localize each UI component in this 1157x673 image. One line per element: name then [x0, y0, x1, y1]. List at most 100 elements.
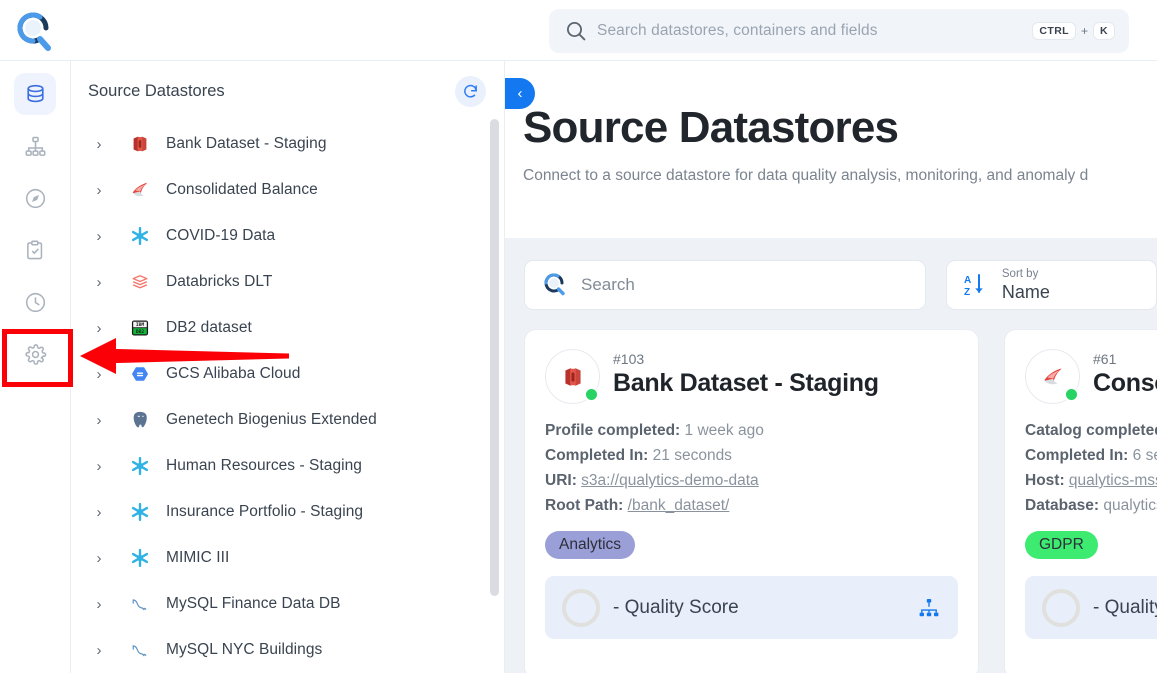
- page-subtitle: Connect to a source datastore for data q…: [523, 167, 1089, 185]
- shortcut-plus: +: [1081, 24, 1089, 38]
- tree-item-consolidated-balance[interactable]: › Consolidated Balance: [71, 167, 504, 213]
- meta-value-link[interactable]: qualytics-mss: [1069, 472, 1157, 489]
- datastore-tree-list: › Bank Dataset - Staging › Consolidated …: [71, 121, 504, 673]
- sort-by-select[interactable]: A Z Sort by Name: [945, 260, 1157, 310]
- collapse-panel-button[interactable]: ‹: [505, 78, 535, 109]
- database-icon: [24, 83, 47, 106]
- meta-key: Catalog completed:: [1025, 422, 1157, 439]
- chevron-right-icon[interactable]: ›: [91, 596, 107, 613]
- mysql-icon: [128, 638, 152, 662]
- chevron-right-icon[interactable]: ›: [91, 366, 107, 383]
- sidebar-item-containers[interactable]: [14, 125, 56, 167]
- chevron-right-icon[interactable]: ›: [91, 412, 107, 429]
- global-search-placeholder: Search datastores, containers and fields: [597, 22, 878, 39]
- mysql-icon: [128, 592, 152, 616]
- card-meta: Catalog completed: Completed In: 6 sec H…: [1025, 418, 1157, 518]
- tree-item-covid-19-data[interactable]: › COVID-19 Data: [71, 213, 504, 259]
- tree-item-label: Genetech Biogenius Extended: [166, 411, 377, 428]
- tree-item-mimic-iii[interactable]: › MIMIC III: [71, 535, 504, 581]
- chevron-right-icon[interactable]: ›: [91, 274, 107, 291]
- svg-text:IBM: IBM: [136, 322, 145, 328]
- tree-item-mysql-finance-data-db[interactable]: › MySQL Finance Data DB: [71, 581, 504, 627]
- sidebar-item-history[interactable]: [14, 281, 56, 323]
- quality-score-panel[interactable]: - Quality Score: [545, 576, 958, 639]
- quality-score-value: -: [1093, 596, 1100, 618]
- meta-key: Profile completed:: [545, 422, 681, 439]
- chevron-right-icon[interactable]: ›: [91, 228, 107, 245]
- chevron-right-icon[interactable]: ›: [91, 458, 107, 475]
- datastore-card[interactable]: #103 Bank Dataset - Staging Profile comp…: [524, 329, 979, 673]
- svg-text:A: A: [964, 275, 971, 286]
- datastore-search-input[interactable]: Search: [524, 260, 926, 310]
- sidebar-item-explore[interactable]: [14, 177, 56, 219]
- main-content: Source Datastores Connect to a source da…: [505, 61, 1157, 673]
- meta-key: Host:: [1025, 472, 1065, 489]
- gear-icon: [24, 343, 47, 366]
- databricks-icon: [128, 270, 152, 294]
- global-search-box[interactable]: Search datastores, containers and fields…: [549, 9, 1129, 53]
- tag-chip[interactable]: GDPR: [1025, 531, 1098, 559]
- snowflake-icon: [128, 546, 152, 570]
- status-badge: [1064, 387, 1079, 402]
- datastore-tree-panel: Source Datastores › Bank Dataset - Stagi…: [71, 61, 505, 673]
- chevron-right-icon[interactable]: ›: [91, 504, 107, 521]
- sidebar-item-checks[interactable]: [14, 229, 56, 271]
- tree-item-genetech-biogenius-extended[interactable]: › Genetech Biogenius Extended: [71, 397, 504, 443]
- sidebar-item-datastores[interactable]: [14, 73, 56, 115]
- sidebar-item-settings[interactable]: [14, 333, 56, 375]
- hierarchy-icon: [24, 135, 47, 158]
- card-tags: GDPR: [1025, 531, 1157, 559]
- meta-key: Database:: [1025, 497, 1100, 514]
- meta-row: URI: s3a://qualytics-demo-data: [545, 468, 958, 493]
- qualytics-magnifier-logo-icon[interactable]: [12, 7, 62, 55]
- tree-item-gcs-alibaba-cloud[interactable]: › GCS Alibaba Cloud: [71, 351, 504, 397]
- search-icon: [543, 272, 569, 298]
- icon-rail: [0, 61, 71, 673]
- chevron-right-icon[interactable]: ›: [91, 320, 107, 337]
- tag-chip[interactable]: Analytics: [545, 531, 636, 559]
- tree-item-bank-dataset-staging[interactable]: › Bank Dataset - Staging: [71, 121, 504, 167]
- gcs-icon: [128, 362, 152, 386]
- quality-score-panel[interactable]: - Quality S: [1025, 576, 1157, 639]
- quality-score-text: - Quality Score: [613, 597, 917, 619]
- datastore-card-grid: #103 Bank Dataset - Staging Profile comp…: [505, 310, 1157, 673]
- tree-item-databricks-dlt[interactable]: › Databricks DLT: [71, 259, 504, 305]
- datastore-card[interactable]: #61 Consoli Catalog completed: Completed…: [1004, 329, 1157, 673]
- quality-score-value: -: [613, 596, 620, 618]
- card-title: Bank Dataset - Staging: [613, 369, 879, 397]
- chevron-right-icon[interactable]: ›: [91, 136, 107, 153]
- chevron-right-icon[interactable]: ›: [91, 642, 107, 659]
- card-header: #61 Consoli: [1025, 349, 1157, 404]
- avatar: [1025, 349, 1080, 404]
- meta-value-link[interactable]: /bank_dataset/: [628, 497, 730, 514]
- hierarchy-icon[interactable]: [917, 596, 941, 620]
- snowflake-icon: [128, 454, 152, 478]
- card-header: #103 Bank Dataset - Staging: [545, 349, 958, 404]
- svg-text:DB2: DB2: [136, 329, 145, 335]
- tree-item-label: MySQL Finance Data DB: [166, 595, 341, 612]
- page-title: Source Datastores: [523, 103, 899, 152]
- main-header: Source Datastores Connect to a source da…: [505, 61, 1157, 238]
- tree-item-insurance-portfolio-staging[interactable]: › Insurance Portfolio - Staging: [71, 489, 504, 535]
- postgresql-icon: [128, 408, 152, 432]
- tree-scrollbar[interactable]: [490, 119, 499, 596]
- meta-row: Completed In: 6 sec: [1025, 443, 1157, 468]
- datastore-search-placeholder: Search: [581, 275, 635, 294]
- chevron-right-icon[interactable]: ›: [91, 550, 107, 567]
- chevron-right-icon[interactable]: ›: [91, 182, 107, 199]
- meta-value: qualytics: [1103, 497, 1157, 514]
- tree-item-label: GCS Alibaba Cloud: [166, 365, 301, 382]
- tree-item-label: Databricks DLT: [166, 273, 273, 290]
- meta-value-link[interactable]: s3a://qualytics-demo-data: [581, 472, 758, 489]
- sort-by-label: Sort by: [1001, 268, 1039, 281]
- refresh-icon[interactable]: [455, 75, 486, 107]
- meta-value: 6 sec: [1132, 447, 1157, 464]
- meta-value: 1 week ago: [684, 422, 764, 439]
- mssql-icon: [128, 178, 152, 202]
- card-tags: Analytics: [545, 531, 958, 559]
- top-bar: Search datastores, containers and fields…: [0, 0, 1157, 61]
- tree-item-mysql-nyc-buildings[interactable]: › MySQL NYC Buildings: [71, 627, 504, 673]
- tree-item-db2-dataset[interactable]: › IBM DB2 DB2 dataset: [71, 305, 504, 351]
- tree-item-human-resources-staging[interactable]: › Human Resources - Staging: [71, 443, 504, 489]
- meta-key: Completed In:: [545, 447, 649, 464]
